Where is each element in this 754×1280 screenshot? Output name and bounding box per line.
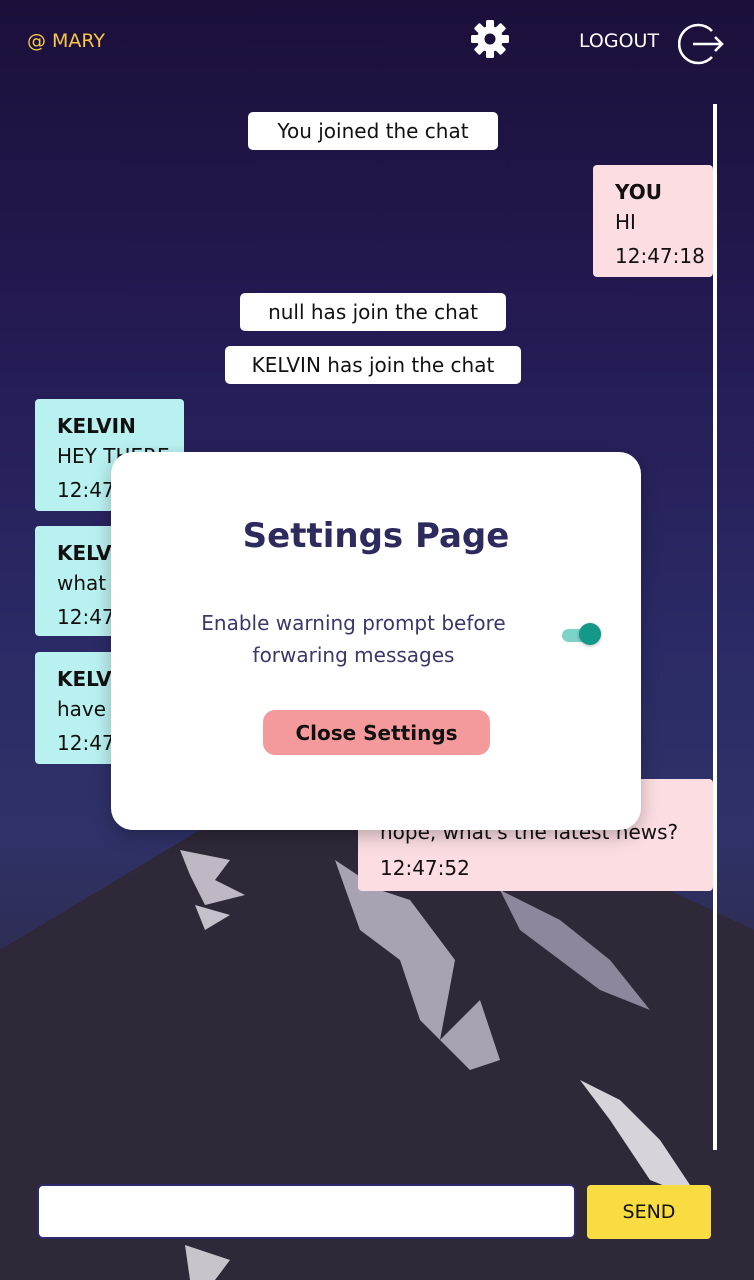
message-time: 12:47: (57, 731, 122, 755)
warning-prompt-label: Enable warning prompt before forwaring m… (201, 611, 506, 667)
message-sender: YOU (615, 180, 663, 204)
message-text: what (57, 571, 107, 595)
message-input[interactable] (37, 1184, 576, 1239)
send-button[interactable]: SEND (587, 1185, 711, 1239)
message-sender: KELVI (57, 667, 120, 691)
close-settings-button[interactable]: Close Settings (263, 710, 490, 755)
system-message: null has join the chat (240, 293, 506, 331)
message-text: have (57, 697, 107, 721)
system-message: You joined the chat (248, 112, 498, 150)
message-bubble: YOU HI 12:47:18 (593, 165, 713, 277)
message-time: 12:47: (57, 605, 122, 629)
chat-scrollbar[interactable] (713, 104, 717, 1150)
logout-button[interactable]: LOGOUT (579, 30, 659, 52)
system-message: KELVIN has join the chat (225, 346, 521, 384)
message-time: 12:47:18 (615, 244, 705, 268)
message-sender: KELVIN (57, 414, 136, 438)
warning-prompt-toggle[interactable] (560, 622, 602, 646)
toggle-knob (579, 623, 601, 645)
settings-title: Settings Page (242, 516, 510, 556)
message-time: 12:47:52 (380, 856, 470, 880)
gear-icon[interactable] (470, 19, 510, 59)
message-text: HI (615, 210, 636, 234)
message-sender: KELVI (57, 541, 120, 565)
settings-modal: Settings Page Enable warning prompt befo… (111, 452, 641, 830)
current-user-label: @ MARY (27, 30, 106, 52)
logout-icon[interactable] (678, 22, 726, 66)
